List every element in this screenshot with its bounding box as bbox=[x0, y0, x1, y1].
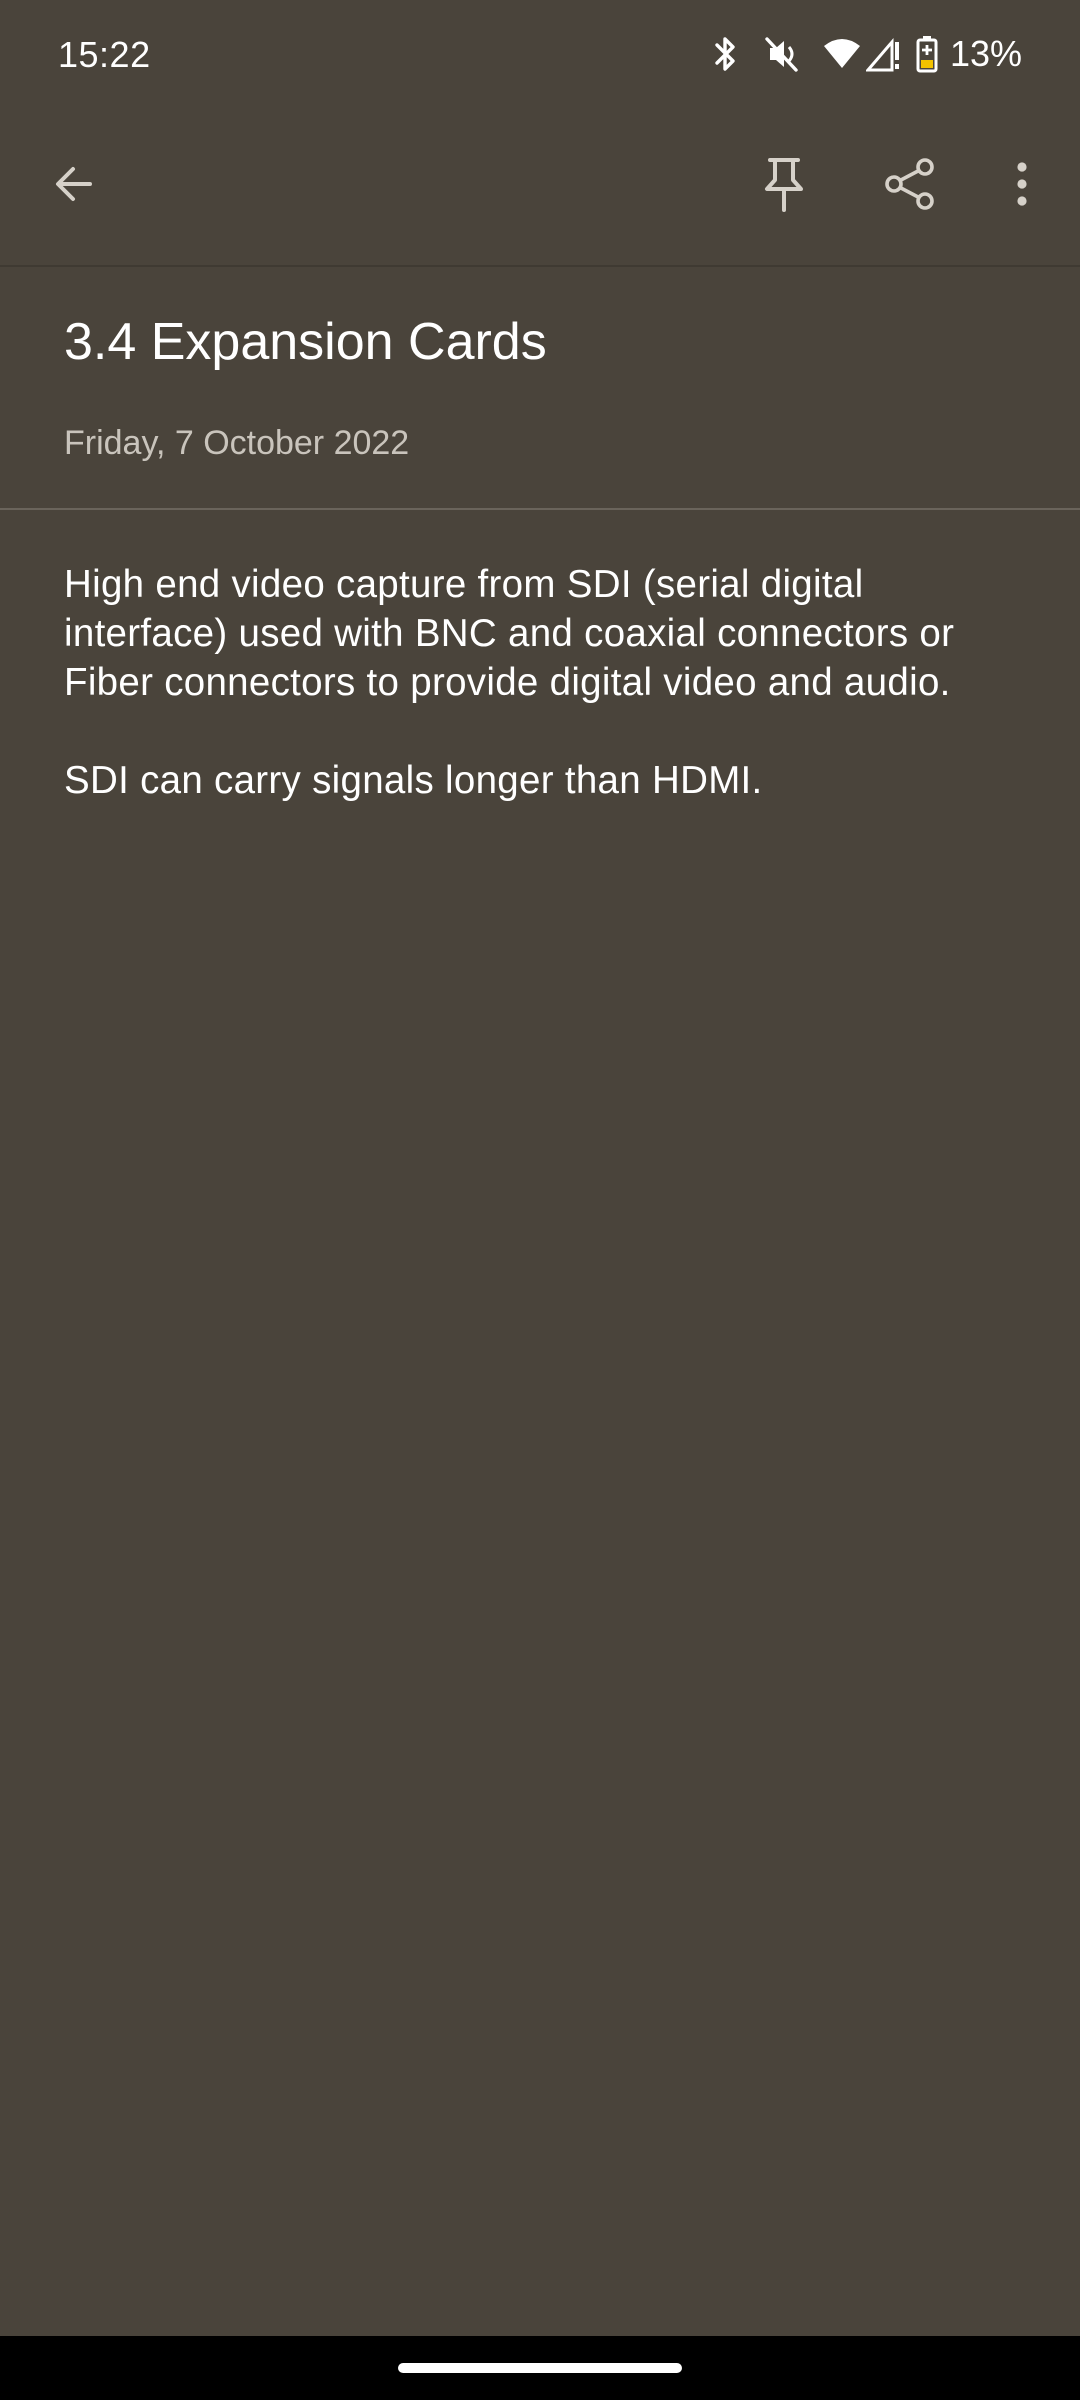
battery-percentage: 13% bbox=[949, 33, 1022, 74]
mute-icon bbox=[762, 34, 800, 74]
battery-icon bbox=[916, 35, 938, 73]
back-arrow-icon bbox=[50, 160, 98, 213]
share-button[interactable] bbox=[862, 138, 958, 234]
note-paragraph: SDI can carry signals longer than HDMI. bbox=[64, 759, 763, 802]
pin-button[interactable] bbox=[736, 138, 832, 234]
wifi-icon bbox=[822, 36, 862, 72]
note-body[interactable]: High end video capture from SDI (serial … bbox=[64, 560, 1024, 805]
pin-icon bbox=[762, 156, 806, 217]
home-indicator[interactable] bbox=[398, 2363, 682, 2373]
note-title[interactable]: 3.4 Expansion Cards bbox=[64, 312, 547, 372]
more-options-button[interactable] bbox=[974, 138, 1070, 234]
share-icon bbox=[884, 157, 936, 216]
header-divider bbox=[0, 508, 1080, 510]
signal-icon bbox=[865, 36, 902, 72]
note-date: Friday, 7 October 2022 bbox=[64, 424, 410, 462]
note-paragraph: High end video capture from SDI (serial … bbox=[64, 563, 955, 704]
more-vert-icon bbox=[1014, 160, 1030, 213]
app-bar bbox=[0, 110, 1080, 267]
status-icons: 13% bbox=[710, 30, 1022, 78]
status-bar: 15:22 13% bbox=[0, 0, 1080, 110]
bluetooth-icon bbox=[710, 34, 740, 74]
status-time: 15:22 bbox=[58, 34, 151, 75]
back-button[interactable] bbox=[26, 138, 122, 234]
